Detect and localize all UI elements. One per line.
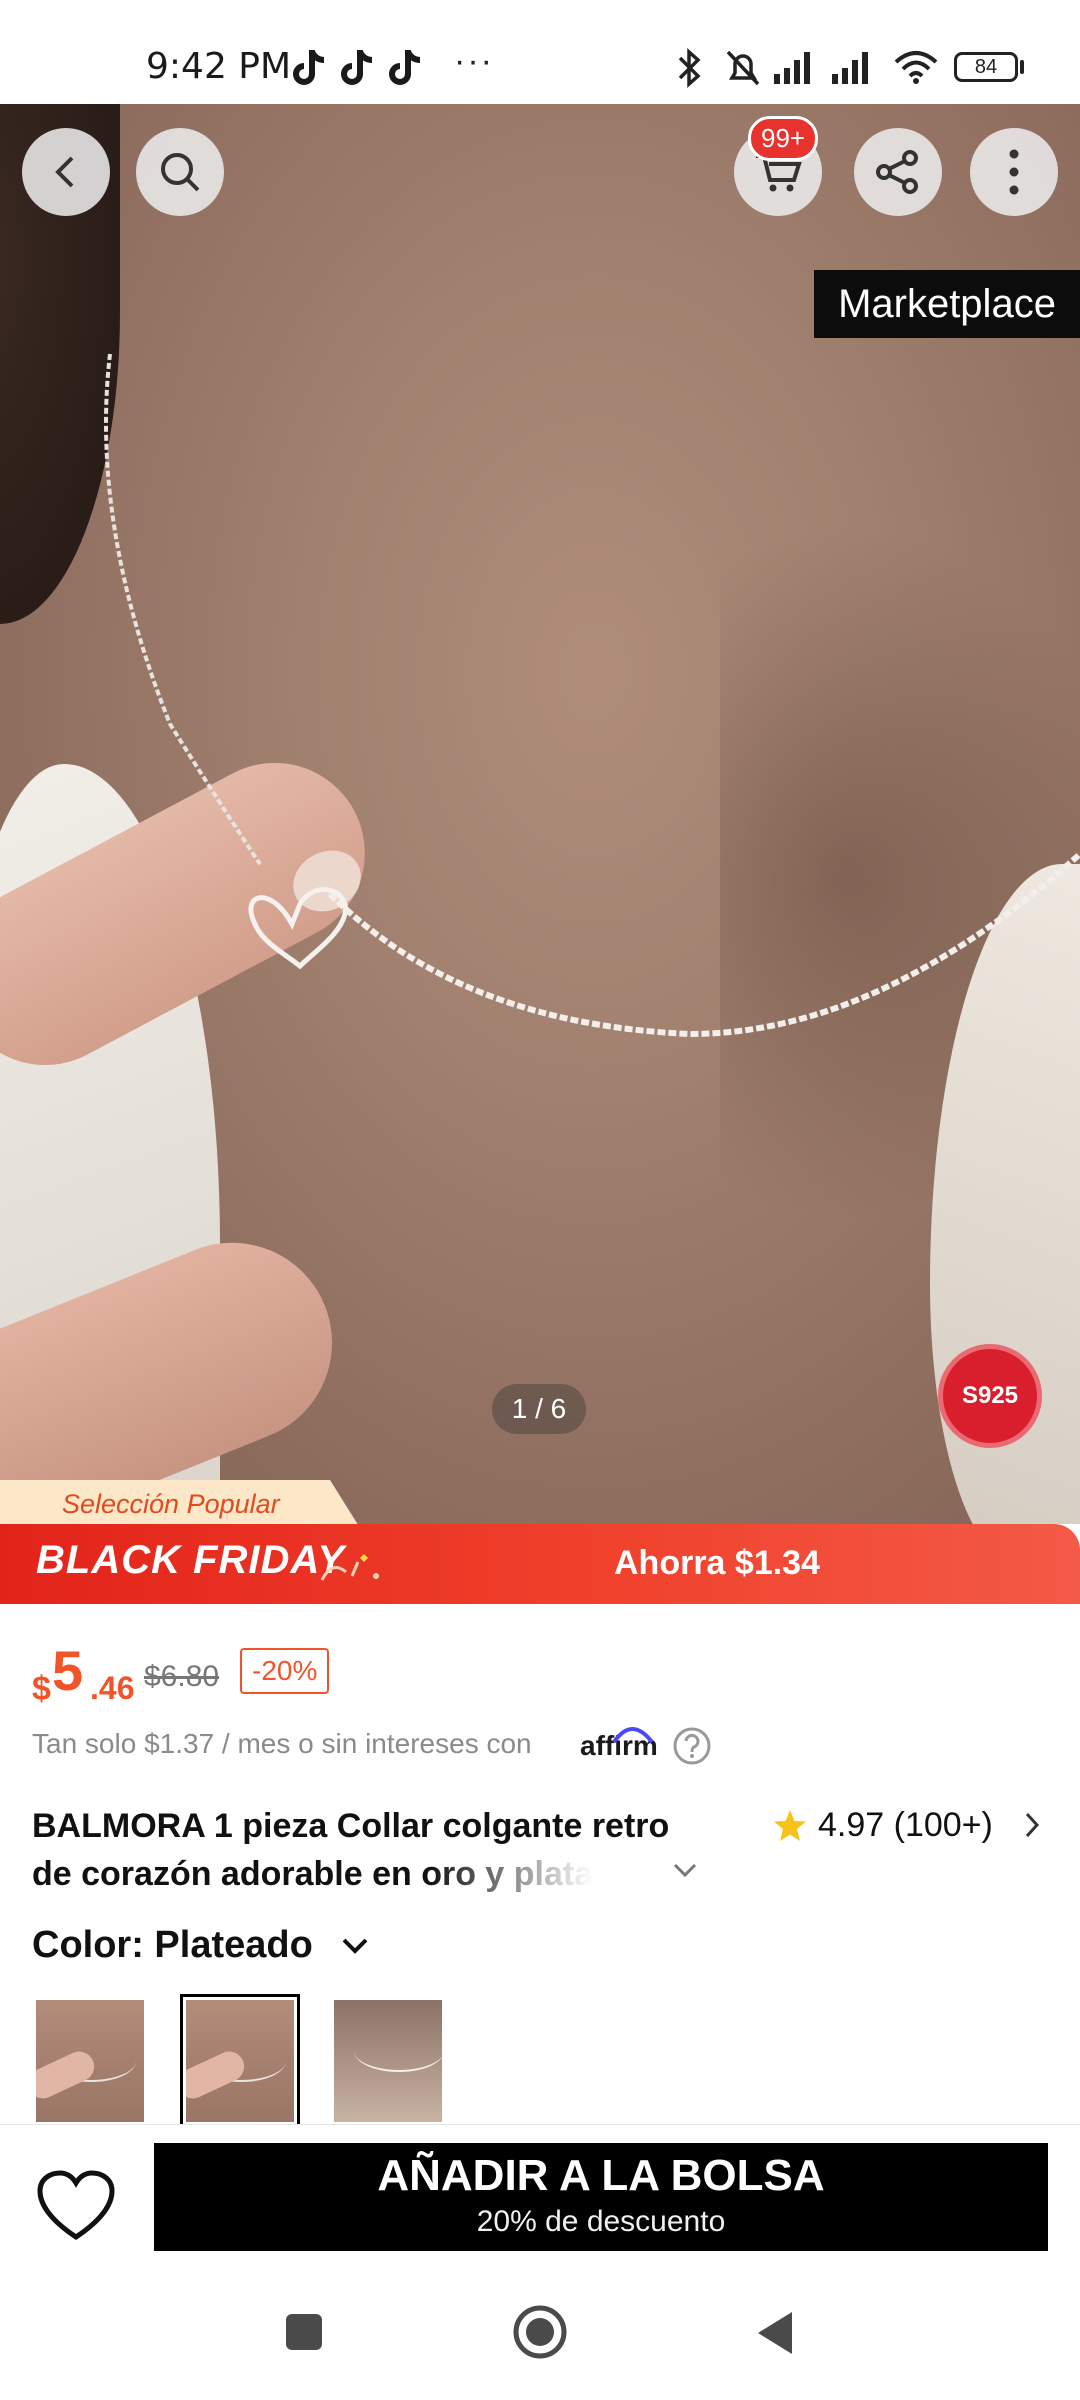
original-price: $6.80 bbox=[144, 1660, 220, 1693]
back-triangle-icon[interactable] bbox=[752, 2308, 796, 2358]
price-decimal: .46 bbox=[90, 1670, 135, 1706]
more-notifications-icon: ··· bbox=[454, 42, 494, 80]
add-to-bag-discount: 20% de descuento bbox=[476, 2205, 726, 2238]
black-friday-title: BLACK FRIDAY bbox=[36, 1538, 346, 1582]
search-button[interactable] bbox=[136, 128, 224, 216]
marketplace-tag: Marketplace bbox=[814, 270, 1080, 338]
more-vertical-icon bbox=[1009, 149, 1019, 195]
battery-icon: 84 bbox=[954, 52, 1018, 82]
chevron-down-icon[interactable] bbox=[672, 1862, 698, 1880]
price-integer: 5 bbox=[52, 1639, 84, 1702]
share-icon bbox=[876, 150, 918, 194]
status-bar: 9:42 PM ··· 84 bbox=[0, 0, 1080, 104]
rating-text[interactable]: 4.97 (100+) bbox=[818, 1806, 993, 1845]
add-to-bag-button[interactable]: AÑADIR A LA BOLSA 20% de descuento bbox=[154, 2143, 1048, 2251]
help-icon[interactable] bbox=[672, 1726, 712, 1766]
back-button[interactable] bbox=[22, 128, 110, 216]
cart-count-badge: 99+ bbox=[748, 116, 819, 161]
color-swatch[interactable] bbox=[334, 2000, 442, 2122]
home-circle-icon[interactable] bbox=[510, 2302, 570, 2362]
share-button[interactable] bbox=[854, 128, 942, 216]
installments-text: Tan solo $1.37 / mes o sin intereses con bbox=[32, 1728, 532, 1759]
color-swatch[interactable] bbox=[36, 2000, 144, 2122]
chevron-right-icon[interactable] bbox=[1022, 1810, 1042, 1840]
title-fade bbox=[430, 1852, 610, 1900]
s925-badge: S925 bbox=[938, 1344, 1042, 1448]
chevron-down-icon[interactable] bbox=[340, 1936, 370, 1958]
chevron-left-icon bbox=[55, 156, 74, 188]
tiktok-icon bbox=[293, 50, 325, 85]
star-icon bbox=[774, 1810, 806, 1841]
savings-text: Ahorra $1.34 bbox=[614, 1544, 820, 1582]
recents-square-icon[interactable] bbox=[282, 2310, 326, 2354]
affirm-arc-icon bbox=[612, 1727, 654, 1744]
signal-icon bbox=[832, 52, 868, 84]
system-nav-bar bbox=[0, 2280, 1080, 2400]
signal-icon bbox=[774, 52, 810, 84]
color-swatch-selected[interactable] bbox=[180, 1994, 300, 2128]
status-time: 9:42 PM bbox=[146, 46, 292, 87]
price-currency: $ bbox=[32, 1670, 51, 1708]
heart-icon[interactable] bbox=[36, 2169, 116, 2245]
swatch-chain bbox=[354, 2030, 442, 2072]
more-options-button[interactable] bbox=[970, 128, 1058, 216]
image-pager: 1 / 6 bbox=[492, 1384, 586, 1434]
discount-badge: -20% bbox=[240, 1648, 330, 1694]
bluetooth-icon bbox=[678, 48, 701, 88]
battery-level: 84 bbox=[974, 56, 998, 78]
battery-tip bbox=[1020, 60, 1024, 74]
bell-muted-icon bbox=[726, 50, 760, 86]
cart-button[interactable]: 99+ bbox=[734, 116, 822, 216]
confetti-icon bbox=[320, 1554, 379, 1581]
search-icon bbox=[161, 153, 200, 192]
tiktok-icon bbox=[389, 50, 421, 85]
tiktok-icon bbox=[341, 50, 373, 85]
wifi-icon bbox=[894, 51, 938, 84]
popular-selection-tag: Selección Popular bbox=[0, 1480, 360, 1524]
black-friday-banner[interactable]: BLACK FRIDAY Ahorra $1.34 bbox=[0, 1524, 1080, 1604]
product-image-gallery[interactable]: 99+ Marketplace 1 / 6 S925 Selección Pop… bbox=[0, 104, 1080, 1524]
color-selector-label[interactable]: Color: Plateado bbox=[32, 1924, 313, 1967]
product-title-line1: BALMORA 1 pieza Collar colgante retro bbox=[32, 1807, 670, 1845]
bottom-action-bar: AÑADIR A LA BOLSA 20% de descuento bbox=[0, 2124, 1080, 2281]
add-to-bag-label: AÑADIR A LA BOLSA bbox=[377, 2151, 825, 2200]
